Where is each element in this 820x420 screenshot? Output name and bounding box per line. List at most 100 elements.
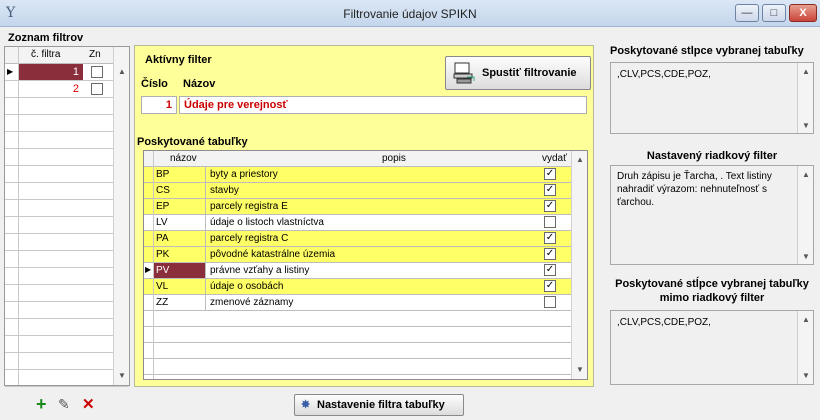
table-filter-settings-button[interactable]: ✸ Nastavenie filtra tabuľky — [294, 394, 464, 416]
filter-zn-checkbox[interactable] — [91, 83, 103, 95]
empty-filter-row — [5, 183, 129, 200]
outside-title: Poskytované stĺpce vybranej tabuľky mimo… — [615, 278, 809, 304]
table-desc-cell: zmenové záznamy — [210, 297, 294, 308]
tables-grid: názov popis vydať BP byty a priestory ✓ … — [143, 150, 588, 380]
add-icon[interactable]: + — [36, 394, 47, 415]
empty-filter-row — [5, 98, 129, 115]
table-desc-cell: parcely registra C — [210, 233, 289, 244]
empty-table-row — [144, 359, 587, 375]
empty-table-row — [144, 327, 587, 343]
empty-filter-row — [5, 336, 129, 353]
run-filter-label: Spustiť filtrovanie — [482, 67, 577, 79]
col-filter-num: č. filtra — [31, 49, 61, 60]
edit-icon[interactable]: ✎ — [58, 396, 70, 413]
row-filter-value: Druh zápisu je Ťarcha, . Text listiny na… — [617, 171, 772, 208]
empty-filter-row — [5, 115, 129, 132]
empty-filter-row — [5, 234, 129, 251]
empty-table-row — [144, 311, 587, 327]
maximize-button[interactable]: □ — [762, 4, 786, 22]
outside-scrollbar[interactable]: ▲ ▼ — [797, 311, 813, 384]
table-row[interactable]: ZZ zmenové záznamy — [144, 295, 587, 311]
table-code-cell: LV — [154, 215, 206, 230]
filter-zn-checkbox[interactable] — [91, 66, 103, 78]
table-desc-cell: stavby — [210, 185, 239, 196]
table-row[interactable]: VL údaje o osobách ✓ — [144, 279, 587, 295]
table-output-checkbox[interactable]: ✓ — [544, 248, 556, 260]
table-output-checkbox[interactable]: ✓ — [544, 168, 556, 180]
table-code-cell: VL — [154, 279, 206, 294]
empty-filter-row — [5, 200, 129, 217]
empty-filter-row — [5, 285, 129, 302]
filter-row[interactable]: ▶ 1 — [5, 64, 129, 81]
empty-filter-row — [5, 217, 129, 234]
table-output-checkbox[interactable] — [544, 216, 556, 228]
tables-scrollbar[interactable]: ▲ ▼ — [571, 151, 587, 379]
filters-scrollbar[interactable]: ▲ ▼ — [113, 47, 129, 385]
tables-title: Poskytované tabuľky — [137, 136, 248, 148]
columns-value: ,CLV,PCS,CDE,POZ, — [617, 69, 711, 80]
outside-value: ,CLV,PCS,CDE,POZ, — [617, 317, 711, 328]
columns-box: ,CLV,PCS,CDE,POZ, ▲ ▼ — [610, 62, 814, 134]
table-code-cell: EP — [154, 199, 206, 214]
table-row[interactable]: ▶ PV právne vzťahy a listiny ✓ — [144, 263, 587, 279]
filter-num-cell: 2 — [19, 81, 83, 97]
filter-number-field[interactable]: 1 — [141, 96, 177, 114]
delete-icon[interactable]: ✕ — [82, 395, 95, 413]
out-up-icon[interactable]: ▲ — [802, 315, 810, 324]
filters-title: Zoznam filtrov — [8, 32, 84, 44]
col-name: názov — [170, 153, 197, 164]
table-row[interactable]: CS stavby ✓ — [144, 183, 587, 199]
row-selector-column — [5, 47, 19, 385]
rf-down-icon[interactable]: ▼ — [802, 252, 810, 261]
row-filter-scrollbar[interactable]: ▲ ▼ — [797, 166, 813, 264]
filter-name-field[interactable]: Údaje pre verejnosť — [179, 96, 587, 114]
table-row[interactable]: EP parcely registra E ✓ — [144, 199, 587, 215]
table-output-checkbox[interactable]: ✓ — [544, 280, 556, 292]
window-title: Filtrovanie údajov SPIKN — [343, 7, 477, 21]
table-output-checkbox[interactable]: ✓ — [544, 264, 556, 276]
empty-table-row — [144, 343, 587, 359]
cols-down-icon[interactable]: ▼ — [802, 121, 810, 130]
close-button[interactable]: X — [789, 4, 817, 22]
table-row[interactable]: BP byty a priestory ✓ — [144, 167, 587, 183]
table-row[interactable]: PK pôvodné katastrálne územia ✓ — [144, 247, 587, 263]
col-description: popis — [382, 153, 406, 164]
tables-header: názov popis vydať — [144, 151, 587, 167]
filter-row[interactable]: 2 — [5, 81, 129, 98]
table-scroll-down-icon[interactable]: ▼ — [576, 365, 584, 374]
minimize-button[interactable]: — — [735, 4, 759, 22]
filter-num-cell: 1 — [19, 64, 83, 80]
table-code-cell: CS — [154, 183, 206, 198]
active-filter-title: Aktívny filter — [145, 54, 212, 66]
cols-up-icon[interactable]: ▲ — [802, 67, 810, 76]
filters-header: č. filtra Zn — [5, 47, 129, 64]
active-filter-panel: Aktívny filter Číslo Názov 1 Údaje pre v… — [134, 45, 594, 387]
table-row[interactable]: PA parcely registra C ✓ — [144, 231, 587, 247]
gear-icon: ✸ — [301, 399, 311, 411]
table-scroll-up-icon[interactable]: ▲ — [576, 155, 584, 164]
table-output-checkbox[interactable] — [544, 296, 556, 308]
empty-filter-row — [5, 302, 129, 319]
name-label: Názov — [183, 78, 216, 90]
out-down-icon[interactable]: ▼ — [802, 371, 810, 380]
row-filter-box: Druh zápisu je Ťarcha, . Text listiny na… — [610, 165, 814, 265]
table-output-checkbox[interactable]: ✓ — [544, 184, 556, 196]
empty-filter-row — [5, 251, 129, 268]
rf-up-icon[interactable]: ▲ — [802, 170, 810, 179]
columns-scrollbar[interactable]: ▲ ▼ — [797, 63, 813, 133]
filters-grid: č. filtra Zn ▶ 1 2 ▲ ▼ — [4, 46, 130, 387]
table-output-checkbox[interactable]: ✓ — [544, 200, 556, 212]
empty-filter-row — [5, 353, 129, 370]
scroll-down-icon[interactable]: ▼ — [118, 371, 126, 380]
scroll-up-icon[interactable]: ▲ — [118, 67, 126, 76]
table-desc-cell: byty a priestory — [210, 169, 278, 180]
row-filter-title: Nastavený riadkový filter — [646, 150, 778, 162]
table-output-checkbox[interactable]: ✓ — [544, 232, 556, 244]
table-code-cell: PV — [154, 263, 206, 278]
empty-filter-row — [5, 132, 129, 149]
empty-filter-row — [5, 149, 129, 166]
table-desc-cell: údaje o osobách — [210, 281, 284, 292]
computer-icon — [453, 62, 475, 84]
run-filter-button[interactable]: Spustiť filtrovanie — [445, 56, 591, 90]
table-row[interactable]: LV údaje o listoch vlastníctva — [144, 215, 587, 231]
